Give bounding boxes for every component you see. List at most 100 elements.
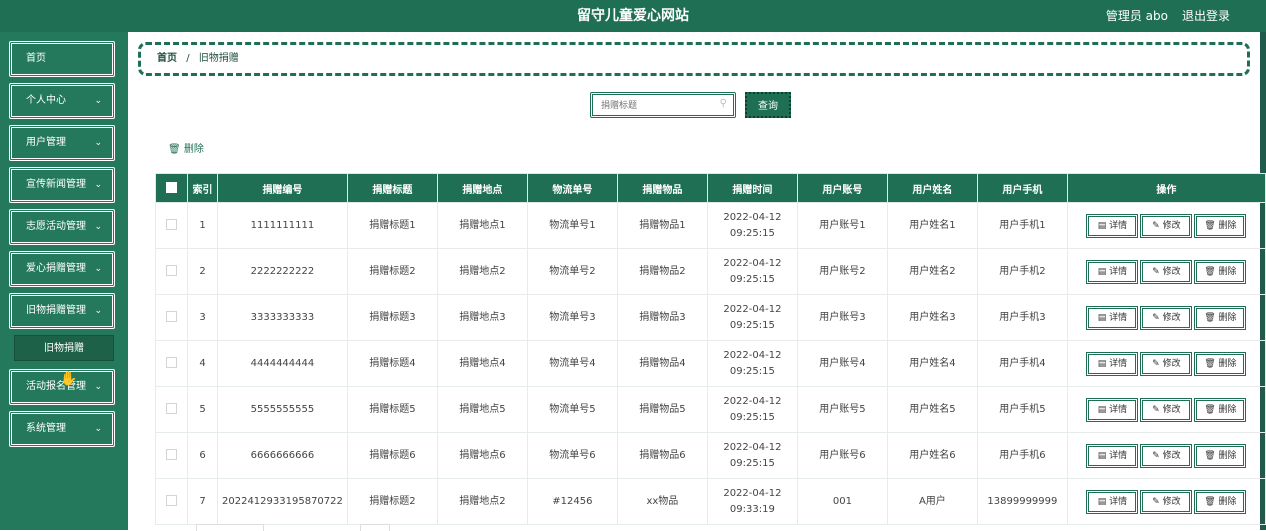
- cell-user-name: A用户: [886, 478, 978, 525]
- search-icon[interactable]: ⚲: [720, 98, 727, 109]
- detail-label: 详情: [1109, 358, 1128, 369]
- row-checkbox[interactable]: [166, 495, 177, 506]
- chevron-down-icon: ⌄: [94, 424, 102, 434]
- table-row: 1 1111111111 捐赠标题1 捐赠地点1 物流单号1 捐赠物品1 2022-04-1…: [155, 202, 1266, 249]
- edit-button[interactable]: ✎ 修改: [1140, 397, 1193, 422]
- sidebar-item-personal-center[interactable]: 个人中心 ⌄: [9, 83, 115, 119]
- table-row: 6 6666666666 捐赠标题6 捐赠地点6 物流单号6 捐赠物品6 2022-04-1…: [155, 432, 1266, 479]
- row-checkbox[interactable]: [166, 403, 177, 414]
- sidebar-item-user-management[interactable]: 用户管理 ⌄: [9, 125, 115, 161]
- cell-donation-no: 2222222222: [217, 248, 348, 295]
- detail-button[interactable]: ▤ 详情: [1086, 305, 1139, 330]
- cell-index: 4: [187, 340, 218, 387]
- trash-icon: 🗑: [1204, 358, 1219, 369]
- cell-user-phone: 用户手机3: [976, 294, 1068, 341]
- chevron-down-icon: ⌄: [94, 96, 102, 106]
- row-select-cell: [155, 202, 188, 249]
- edit-button[interactable]: ✎ 修改: [1140, 305, 1193, 330]
- edit-button[interactable]: ✎ 修改: [1140, 259, 1193, 284]
- cell-index: 7: [187, 478, 218, 525]
- header-donated-item: 捐赠物品: [616, 173, 708, 203]
- cell-user-name: 用户姓名5: [886, 386, 978, 433]
- chevron-down-icon: ⌄: [94, 138, 102, 148]
- chevron-down-icon: ⌄: [94, 264, 102, 274]
- mouse-cursor-icon: ✋: [60, 371, 78, 387]
- edit-button[interactable]: ✎ 修改: [1140, 351, 1193, 376]
- breadcrumb-home[interactable]: 首页: [157, 53, 177, 64]
- edit-button[interactable]: ✎ 修改: [1140, 489, 1193, 514]
- cell-donation-no: 5555555555: [217, 386, 348, 433]
- delete-button[interactable]: 🗑 删除: [1194, 351, 1247, 376]
- sidebar-subitem-used-goods-donation[interactable]: 旧物捐赠: [14, 335, 114, 361]
- file-icon: ▤: [1097, 450, 1110, 461]
- cell-index: 3: [187, 294, 218, 341]
- pencil-icon: ✎: [1152, 312, 1163, 323]
- chevron-down-icon: ⌄: [94, 306, 102, 316]
- sidebar-item-volunteer-management[interactable]: 志愿活动管理 ⌄: [9, 209, 115, 245]
- cell-donation-title: 捐赠标题5: [346, 386, 438, 433]
- header-donation-time: 捐赠时间: [706, 173, 798, 203]
- cell-tracking-no: 物流单号3: [526, 294, 618, 341]
- admin-user-label[interactable]: 管理员 abo: [1106, 0, 1168, 32]
- cell-donation-location: 捐赠地点6: [436, 432, 528, 479]
- trash-icon: 🗑: [1204, 312, 1219, 323]
- row-checkbox[interactable]: [166, 357, 177, 368]
- query-button[interactable]: 查询: [745, 92, 791, 118]
- detail-button[interactable]: ▤ 详情: [1086, 397, 1139, 422]
- logout-link[interactable]: 退出登录: [1182, 0, 1230, 32]
- search-input[interactable]: [599, 96, 715, 116]
- header-tracking-no: 物流单号: [526, 173, 618, 203]
- detail-button[interactable]: ▤ 详情: [1086, 489, 1139, 514]
- cell-user-name: 用户姓名3: [886, 294, 978, 341]
- sidebar-item-news-management[interactable]: 宣传新闻管理 ⌄: [9, 167, 115, 203]
- row-checkbox[interactable]: [166, 265, 177, 276]
- site-title: 留守儿童爱心网站: [577, 8, 689, 24]
- cell-user-phone: 用户手机4: [976, 340, 1068, 387]
- trash-icon: 🗑: [1204, 450, 1219, 461]
- header-donation-title: 捐赠标题: [346, 173, 438, 203]
- cell-donation-no: 1111111111: [217, 202, 348, 249]
- delete-button[interactable]: 🗑 删除: [1194, 397, 1247, 422]
- edit-button[interactable]: ✎ 修改: [1140, 443, 1193, 468]
- detail-label: 详情: [1109, 312, 1128, 323]
- cell-tracking-no: 物流单号1: [526, 202, 618, 249]
- select-all-checkbox[interactable]: [166, 182, 177, 194]
- cell-donation-time: 2022-04-12 09:25:15: [706, 432, 798, 479]
- table-row: 7 2022412933195870722 捐赠标题2 捐赠地点2 #12456 xx物品…: [155, 478, 1266, 525]
- detail-button[interactable]: ▤ 详情: [1086, 443, 1139, 468]
- sidebar-item-system-management[interactable]: 系统管理 ⌄: [9, 411, 115, 447]
- cell-donation-time: 2022-04-12 09:25:15: [706, 294, 798, 341]
- trash-icon: 🗑: [1204, 404, 1219, 415]
- detail-button[interactable]: ▤ 详情: [1086, 259, 1139, 284]
- cell-donation-no: 4444444444: [217, 340, 348, 387]
- edit-button[interactable]: ✎ 修改: [1140, 213, 1193, 238]
- data-table: 索引 捐赠编号 捐赠标题 捐赠地点 物流单号 捐赠物品 捐赠时间 用户账号 用户…: [155, 173, 1266, 525]
- row-select-cell: [155, 432, 188, 479]
- detail-button[interactable]: ▤ 详情: [1086, 213, 1139, 238]
- sidebar-item-label: 首页: [26, 53, 46, 64]
- row-select-cell: [155, 340, 188, 387]
- header-donation-location: 捐赠地点: [436, 173, 528, 203]
- cell-index: 1: [187, 202, 218, 249]
- delete-button[interactable]: 🗑 删除: [1194, 489, 1247, 514]
- detail-button[interactable]: ▤ 详情: [1086, 351, 1139, 376]
- row-checkbox[interactable]: [166, 311, 177, 322]
- sidebar-item-donation-management[interactable]: 爱心捐赠管理 ⌄: [9, 251, 115, 287]
- cell-donation-time: 2022-04-12 09:25:15: [706, 386, 798, 433]
- delete-label: 删除: [1218, 312, 1237, 323]
- row-select-cell: [155, 248, 188, 295]
- sidebar-item-home[interactable]: 首页: [9, 41, 115, 77]
- row-checkbox[interactable]: [166, 449, 177, 460]
- select-all-header: [155, 173, 188, 203]
- chevron-down-icon: ⌄: [94, 222, 102, 232]
- delete-button[interactable]: 🗑 删除: [1194, 213, 1247, 238]
- sidebar-item-label: 旧物捐赠管理: [26, 305, 86, 316]
- cell-donated-item: 捐赠物品6: [616, 432, 708, 479]
- row-checkbox[interactable]: [166, 219, 177, 230]
- delete-button[interactable]: 🗑 删除: [1194, 443, 1247, 468]
- sidebar-item-used-goods-management[interactable]: 旧物捐赠管理 ⌄: [9, 293, 115, 329]
- delete-button[interactable]: 🗑 删除: [1194, 259, 1247, 284]
- edit-label: 修改: [1162, 220, 1181, 231]
- bulk-delete-button[interactable]: 🗑 删除: [168, 140, 204, 155]
- delete-button[interactable]: 🗑 删除: [1194, 305, 1247, 330]
